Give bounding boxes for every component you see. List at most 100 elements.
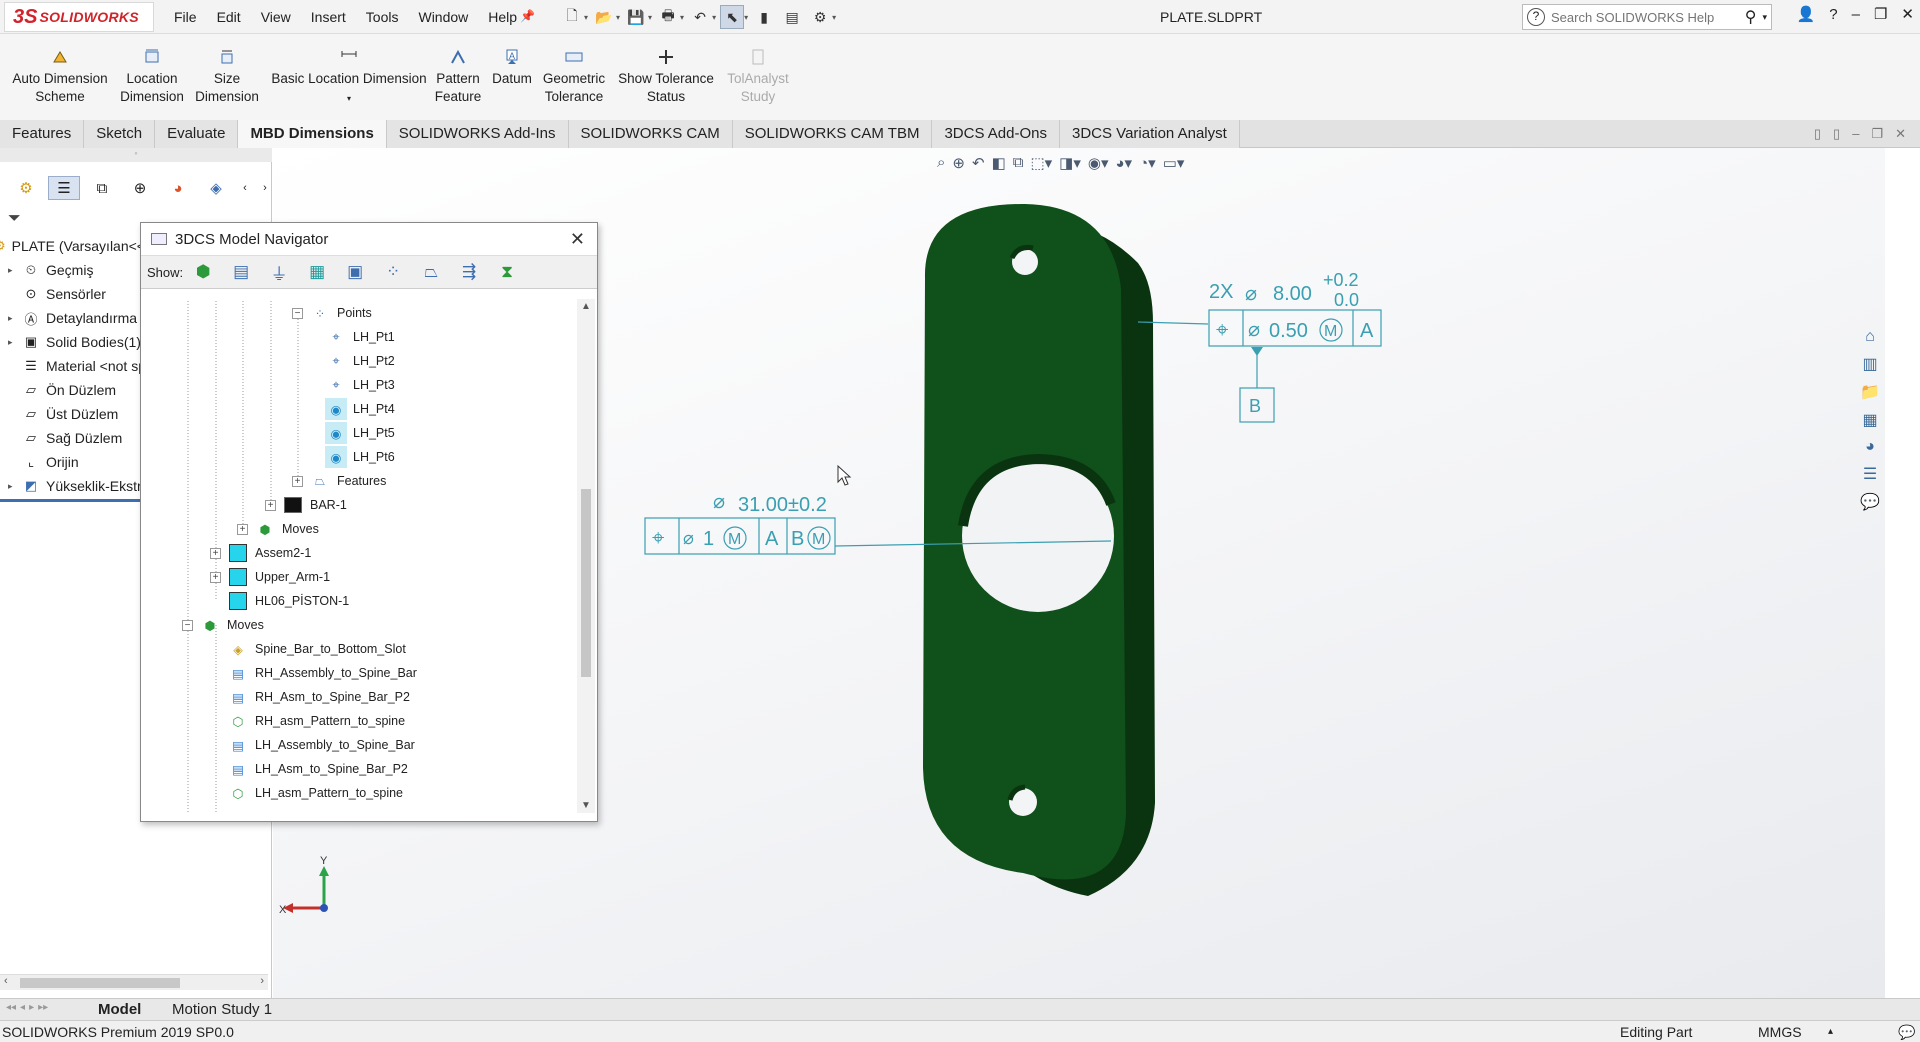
menu-window[interactable]: Window (418, 9, 468, 25)
quick-tips-icon[interactable]: 💬 (1898, 1024, 1915, 1041)
show-gdt-icon[interactable]: ▣ (339, 258, 371, 286)
location-dimension-button[interactable]: Location Dimension (116, 48, 188, 106)
tab-3dcs-variation-analyst[interactable]: 3DCS Variation Analyst (1060, 120, 1240, 148)
doc-close-icon[interactable]: ✕ (1895, 126, 1906, 142)
expand-icon[interactable]: + (237, 523, 248, 535)
plate-part[interactable] (923, 203, 1155, 896)
tab-sketch[interactable]: Sketch (84, 120, 156, 148)
select-icon[interactable]: ⬉ (720, 5, 745, 29)
tab-features[interactable]: Features (0, 120, 85, 148)
close-icon[interactable]: ✕ (570, 229, 585, 250)
tree-item-upper-arm-1[interactable]: + Upper_Arm-1 (210, 565, 330, 589)
help-icon[interactable]: ? (1829, 6, 1837, 23)
tolanalyst-study-button[interactable]: TolAnalyst Study (718, 48, 798, 106)
tree-item-lh-pt5[interactable]: ◉ LH_Pt5 (325, 421, 395, 445)
tree-item-assem2-1[interactable]: + Assem2-1 (210, 541, 311, 565)
menu-edit[interactable]: Edit (217, 9, 241, 25)
tree-item-move[interactable]: ⬡ LH_asm_Pattern_to_spine (227, 781, 403, 805)
expand-icon[interactable]: ▸ (8, 313, 22, 324)
expand-icon[interactable]: ▸ (8, 265, 22, 276)
pin-menu-icon[interactable]: 📌 (520, 9, 535, 23)
tab-scroll-right-icon[interactable]: › (258, 176, 272, 200)
menu-view[interactable]: View (261, 9, 291, 25)
solidworks-logo[interactable]: 3S SOLIDWORKS (4, 2, 154, 32)
show-points-icon[interactable]: ⁘ (377, 258, 409, 286)
rebuild-icon[interactable]: ▮ (752, 5, 776, 29)
datum-b-feature[interactable]: B (1239, 387, 1275, 423)
dimxpert-manager-tab-icon[interactable]: ⊕ (124, 176, 156, 200)
tree-item-move[interactable]: ▤ LH_Asm_to_Spine_Bar_P2 (227, 757, 408, 781)
tree-item-lh-pt2[interactable]: ⌖ LH_Pt2 (325, 349, 394, 373)
doc-minimize-icon[interactable]: – (1852, 126, 1859, 142)
tree-item-moves[interactable]: − ⬢ Moves (182, 613, 264, 637)
minimize-icon[interactable]: – (1852, 6, 1860, 23)
close-icon[interactable]: ✕ (1901, 5, 1914, 23)
menu-file[interactable]: File (174, 9, 197, 25)
print-icon[interactable]: 🖶 (656, 5, 680, 29)
scrollbar-thumb[interactable] (20, 978, 180, 988)
select-dropdown-icon[interactable]: ▾ (744, 13, 748, 22)
units-selector[interactable]: MMGS (1758, 1024, 1802, 1040)
help-search-box[interactable]: ? ⚲ ▾ (1522, 4, 1772, 30)
geometric-tolerance-button[interactable]: Geometric Tolerance (538, 48, 610, 106)
search-icon[interactable]: ⚲ (1745, 7, 1757, 27)
tab-motion-study-1[interactable]: Motion Study 1 (172, 1001, 272, 1018)
expand-icon[interactable]: ▸ (8, 481, 22, 492)
print-dropdown-icon[interactable]: ▾ (680, 13, 684, 22)
tab-evaluate[interactable]: Evaluate (155, 120, 239, 148)
expand-icon[interactable]: + (210, 571, 221, 583)
show-moves-icon[interactable]: ⬢ (187, 258, 219, 286)
tree-item-lh-pt1[interactable]: ⌖ LH_Pt1 (325, 325, 394, 349)
show-measures-icon[interactable]: ⏚ (263, 258, 295, 286)
show-sensitivity-icon[interactable]: ⇶ (453, 258, 485, 286)
expand-icon[interactable]: + (292, 475, 303, 487)
collapse-icon[interactable]: − (292, 307, 303, 319)
show-hierarchy-icon[interactable]: ⧗ (491, 258, 523, 286)
size-dimension-button[interactable]: Size Dimension (192, 48, 262, 106)
dialog-title-bar[interactable]: 3DCS Model Navigator (141, 223, 597, 255)
feature-control-frame-1[interactable]: ⌖ ⌀ 0.50 M A (1208, 309, 1382, 347)
tree-item-lh-pt6[interactable]: ◉ LH_Pt6 (325, 445, 395, 469)
save-dropdown-icon[interactable]: ▾ (648, 13, 652, 22)
options-icon[interactable]: ⚙ (808, 5, 832, 29)
search-dropdown-icon[interactable]: ▾ (1762, 12, 1767, 23)
menu-tools[interactable]: Tools (366, 9, 399, 25)
tree-item-move[interactable]: ⬡ RH_asm_Pattern_to_spine (227, 709, 406, 733)
scroll-down-icon[interactable]: ▼ (581, 800, 591, 811)
configuration-manager-tab-icon[interactable]: ⧉ (86, 176, 118, 200)
file-properties-icon[interactable]: ▤ (780, 5, 804, 29)
prev-tab-icon[interactable]: ◂ (20, 1002, 25, 1013)
big-hole-dimension[interactable]: ⌀ 31.00±0.2 (713, 491, 827, 516)
vertical-scrollbar[interactable]: ▲ ▼ (577, 299, 595, 813)
expand-icon[interactable]: + (265, 499, 276, 511)
display-manager-tab-icon[interactable]: ◕ (162, 176, 194, 200)
units-dropdown-icon[interactable]: ▴ (1828, 1026, 1833, 1037)
open-icon[interactable]: 📂 (592, 5, 616, 29)
feature-control-frame-2[interactable]: ⌖ ⌀ 1 M A B M (644, 517, 836, 555)
help-search-input[interactable] (1551, 9, 1745, 25)
scrollbar-thumb[interactable] (581, 489, 591, 677)
tab-solidworks-cam[interactable]: SOLIDWORKS CAM (568, 120, 733, 148)
filter-icon[interactable]: ⏷ (8, 210, 21, 228)
scroll-up-icon[interactable]: ▲ (581, 301, 591, 312)
feature-manager-tab-icon[interactable]: ⚙ (10, 176, 42, 200)
tab-solidworks-add-ins[interactable]: SOLIDWORKS Add-Ins (386, 120, 569, 148)
next-tab-icon[interactable]: ▸ (29, 1002, 34, 1013)
tab-mbd-dimensions[interactable]: MBD Dimensions (238, 120, 387, 148)
menu-help[interactable]: Help (488, 9, 517, 25)
tab-3dcs-add-ons[interactable]: 3DCS Add-Ons (932, 120, 1060, 148)
tree-item-points[interactable]: − ⁘ Points (292, 301, 372, 325)
open-dropdown-icon[interactable]: ▾ (616, 13, 620, 22)
tree-item-lh-pt3[interactable]: ⌖ LH_Pt3 (325, 373, 394, 397)
3dcs-manager-tab-icon[interactable]: ◈ (200, 176, 232, 200)
tile-left-icon[interactable]: ▯ (1814, 126, 1821, 142)
show-features-icon[interactable]: ⏢ (415, 258, 447, 286)
tree-item-move[interactable]: ◈ Spine_Bar_to_Bottom_Slot (227, 637, 406, 661)
show-tolerances-icon[interactable]: ▤ (225, 258, 257, 286)
pattern-feature-button[interactable]: Pattern Feature (430, 48, 486, 106)
doc-restore-icon[interactable]: ❐ (1871, 126, 1883, 142)
tree-item-move[interactable]: ▤ RH_Assembly_to_Spine_Bar (227, 661, 417, 685)
tree-item-move[interactable]: ▤ RH_Asm_to_Spine_Bar_P2 (227, 685, 410, 709)
user-icon[interactable]: 👤 (1797, 5, 1816, 23)
new-document-icon[interactable]: 🗋 (560, 5, 584, 29)
